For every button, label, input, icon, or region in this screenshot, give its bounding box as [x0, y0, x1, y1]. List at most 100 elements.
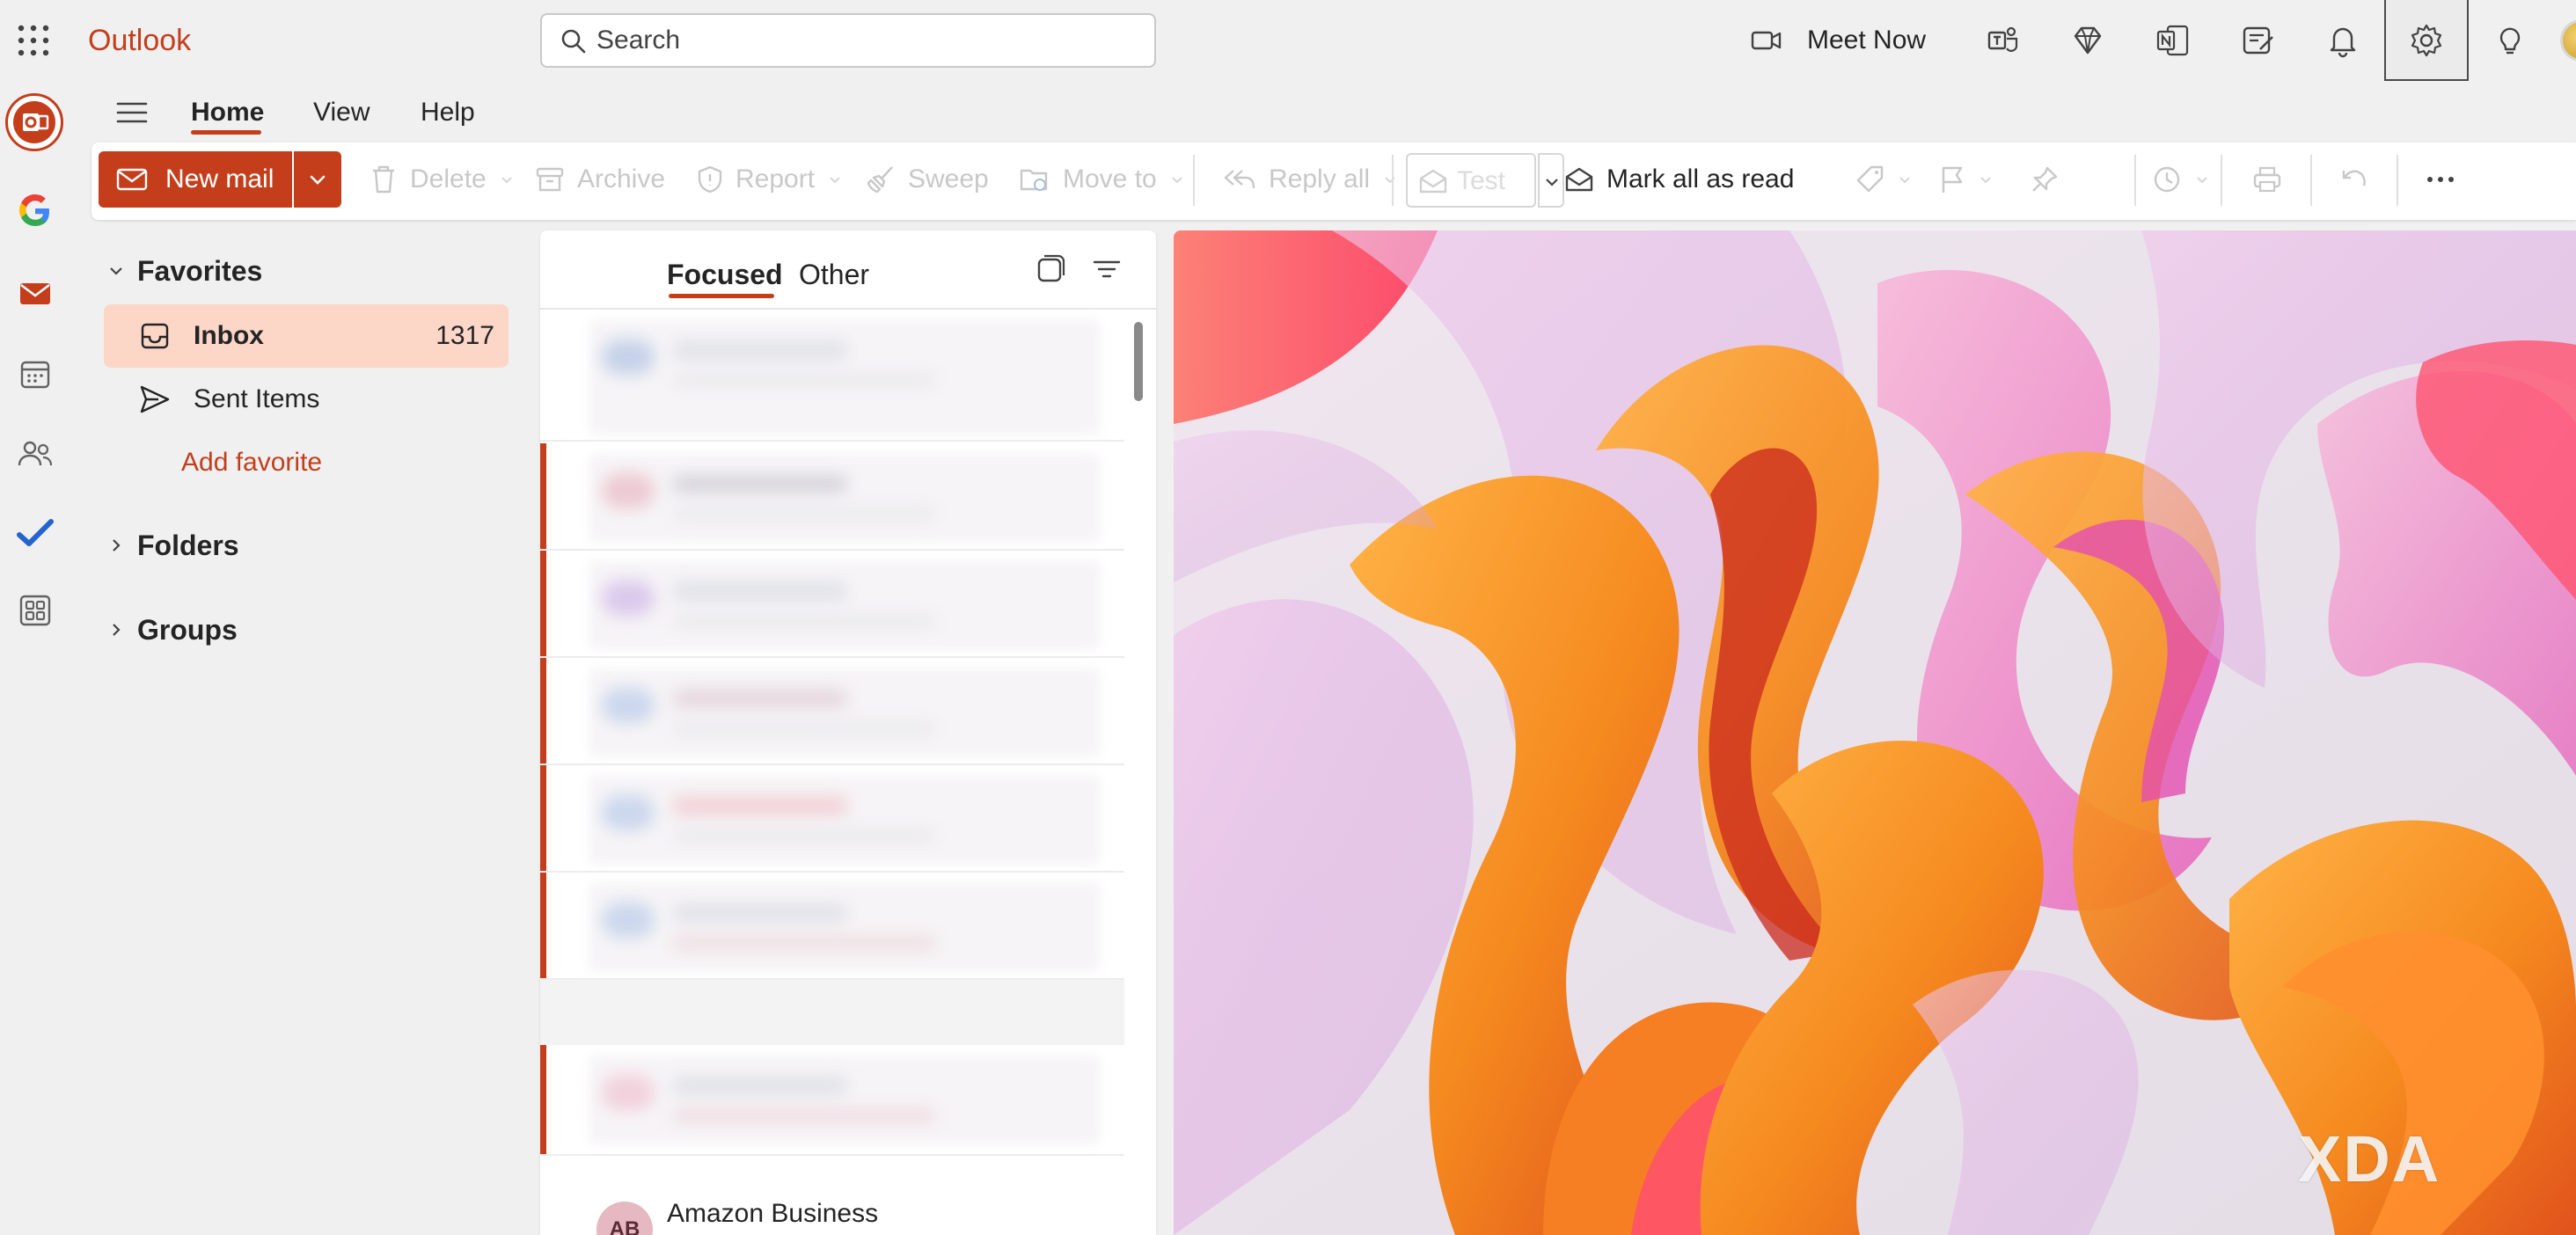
- app-rail: [0, 81, 70, 1235]
- pin-button[interactable]: [2031, 158, 2059, 201]
- premium-diamond-icon[interactable]: [2070, 23, 2105, 58]
- tab-help[interactable]: Help: [421, 95, 475, 130]
- blurred-subject: [672, 936, 936, 950]
- shield-icon: [697, 164, 723, 194]
- google-account-icon[interactable]: [14, 190, 56, 232]
- delete-button[interactable]: Delete: [370, 158, 515, 201]
- favorites-label: Favorites: [137, 254, 263, 287]
- undo-button[interactable]: [2340, 158, 2368, 201]
- compose-mail-icon: [116, 167, 148, 192]
- blurred-subject: [672, 1108, 936, 1122]
- add-favorite-link[interactable]: Add favorite: [181, 445, 322, 480]
- notifications-bell-icon[interactable]: [2325, 23, 2360, 58]
- tab-home[interactable]: Home: [191, 95, 264, 130]
- print-button[interactable]: [2252, 158, 2282, 201]
- hamburger-menu-icon[interactable]: [113, 95, 151, 130]
- folder-item-sent-items[interactable]: Sent Items: [104, 368, 509, 431]
- blurred-avatar: [602, 795, 655, 830]
- chevron-right-icon: [107, 621, 125, 639]
- list-item[interactable]: [540, 1045, 1124, 1156]
- more-options-button[interactable]: [2425, 158, 2456, 201]
- new-mail-dropdown[interactable]: [294, 151, 341, 208]
- list-item[interactable]: [540, 310, 1124, 442]
- new-mail-button[interactable]: New mail: [99, 151, 292, 208]
- chevron-down-icon: [1382, 172, 1398, 187]
- sweep-label: Sweep: [908, 164, 989, 194]
- mark-all-as-read-label: Mark all as read: [1606, 164, 1795, 194]
- search-box[interactable]: [540, 13, 1156, 68]
- account-avatar[interactable]: [2560, 19, 2576, 62]
- chevron-down-icon: [107, 262, 125, 280]
- people-icon[interactable]: [14, 433, 56, 475]
- top-header-bar: Outlook Meet Now: [0, 0, 2576, 81]
- archive-button[interactable]: Archive: [535, 158, 665, 201]
- teams-icon[interactable]: [1986, 23, 2021, 58]
- meet-now-label: Meet Now: [1807, 26, 1927, 55]
- pivot-focused[interactable]: Focused: [667, 255, 783, 294]
- report-label: Report: [735, 164, 816, 194]
- tab-view[interactable]: View: [313, 95, 370, 130]
- groups-section-header[interactable]: Groups: [107, 609, 238, 651]
- folder-pane: Favorites Inbox 1317 Sent Items Add favo…: [91, 220, 514, 1235]
- chevron-down-icon: [2194, 172, 2210, 187]
- more-ellipsis-icon: [2425, 175, 2456, 184]
- chevron-down-icon: [499, 172, 515, 187]
- pivot-other[interactable]: Other: [799, 255, 869, 294]
- sweep-button[interactable]: Sweep: [866, 158, 989, 201]
- calendar-icon[interactable]: [14, 354, 56, 396]
- command-separator: [2397, 155, 2398, 206]
- list-item[interactable]: [540, 765, 1124, 873]
- blurred-avatar: [602, 688, 655, 723]
- select-mode-icon[interactable]: [1033, 252, 1068, 287]
- favorites-section-header[interactable]: Favorites: [107, 250, 262, 292]
- onenote-icon[interactable]: [2155, 23, 2191, 58]
- scrollbar-track[interactable]: [1131, 315, 1145, 1235]
- outlook-app-icon[interactable]: [5, 93, 63, 151]
- filter-icon[interactable]: [1089, 252, 1124, 287]
- mail-icon[interactable]: [14, 273, 56, 315]
- list-item[interactable]: [540, 551, 1124, 658]
- more-apps-icon[interactable]: [14, 589, 56, 632]
- ribbon-tabs: Home View Help: [91, 81, 2576, 142]
- categorize-button[interactable]: [1855, 158, 1913, 201]
- report-button[interactable]: Report: [697, 158, 843, 201]
- reply-all-label: Reply all: [1269, 164, 1371, 194]
- folders-section-header[interactable]: Folders: [107, 524, 239, 566]
- app-brand-title[interactable]: Outlook: [88, 21, 191, 60]
- command-separator: [2221, 155, 2222, 206]
- my-day-icon[interactable]: [2241, 23, 2276, 58]
- move-to-button[interactable]: Move to: [1019, 158, 1185, 201]
- scrollbar-thumb[interactable]: [1134, 322, 1143, 401]
- test-dropdown[interactable]: [1538, 153, 1564, 208]
- blurred-sender: [672, 904, 848, 922]
- active-tab-indicator: [191, 130, 261, 135]
- settings-button[interactable]: [2384, 0, 2469, 81]
- test-button[interactable]: Test: [1406, 153, 1536, 208]
- test-label: Test: [1457, 166, 1506, 195]
- reading-pane-background: [1174, 230, 2576, 1235]
- blurred-subject: [672, 614, 936, 628]
- blurred-sender: [672, 797, 848, 815]
- folder-item-inbox[interactable]: Inbox 1317: [104, 304, 509, 368]
- list-item[interactable]: AB Amazon Business: [540, 1189, 1124, 1235]
- app-launcher-waffle-icon[interactable]: [16, 23, 51, 58]
- delete-label: Delete: [410, 164, 487, 194]
- tips-lightbulb-icon[interactable]: [2492, 23, 2528, 58]
- list-item[interactable]: [540, 443, 1124, 551]
- mark-all-as-read-button[interactable]: Mark all as read: [1564, 158, 1794, 201]
- todo-check-icon[interactable]: [14, 512, 56, 554]
- flag-button[interactable]: [1939, 158, 1994, 201]
- chevron-right-icon: [107, 537, 125, 554]
- pin-icon: [2031, 165, 2059, 194]
- reply-all-button[interactable]: Reply all: [1223, 158, 1398, 201]
- blurred-subject: [672, 829, 936, 843]
- meet-now-button[interactable]: Meet Now: [1751, 19, 1926, 62]
- printer-icon: [2252, 165, 2282, 194]
- list-item[interactable]: [540, 658, 1124, 765]
- sender-name: Amazon Business: [667, 1199, 879, 1228]
- blurred-avatar: [602, 1075, 655, 1110]
- list-item[interactable]: [540, 873, 1124, 980]
- blurred-subject: [672, 507, 936, 521]
- search-input[interactable]: [596, 22, 1124, 59]
- snooze-button[interactable]: [2152, 158, 2210, 201]
